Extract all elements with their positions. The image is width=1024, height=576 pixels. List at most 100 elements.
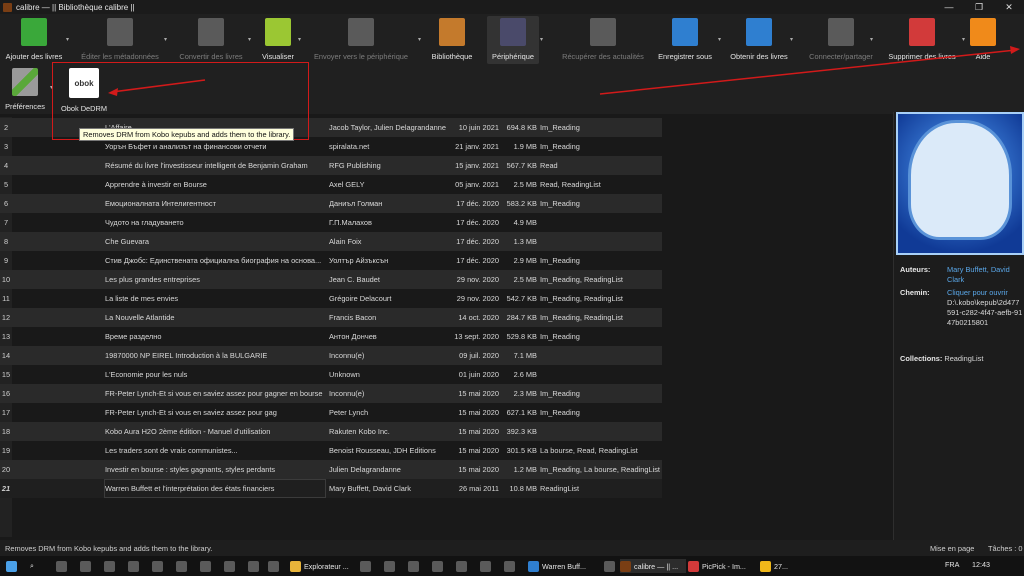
book-date: 29 nov. 2020 bbox=[456, 275, 499, 284]
toolbar-dropdown-icon[interactable]: ▾ bbox=[248, 36, 256, 44]
app-icon bbox=[760, 560, 771, 572]
close-button[interactable]: ✕ bbox=[994, 0, 1024, 14]
book-list-table[interactable]: 2L'Affaire...Jacob Taylor, Julien Delagr… bbox=[0, 117, 662, 537]
table-row[interactable]: 19 Les traders sont de vrais communistes.… bbox=[0, 441, 662, 460]
pinned-app-icon[interactable] bbox=[384, 559, 398, 573]
table-row[interactable]: 11 La liste de mes envies Grégoire Delacou… bbox=[0, 289, 662, 308]
book-title: Уорън Бъфет и анализът на финансови отче… bbox=[105, 142, 267, 151]
path-text: D:\.kobo\kepub\2d477591-c282-4f47-aefb-9… bbox=[947, 298, 1023, 327]
book-title: Време разделно bbox=[105, 332, 162, 341]
authors-value[interactable]: Mary Buffett, David Clark bbox=[947, 265, 1023, 285]
book-author: Benoist Rousseau, JDH Editions bbox=[329, 446, 436, 455]
book-size: 10.8 MB bbox=[509, 484, 537, 493]
pinned-app-icon[interactable] bbox=[604, 559, 618, 573]
start-icon[interactable] bbox=[6, 559, 20, 573]
table-row[interactable]: 17 FR-Peter Lynch-Et si vous en saviez as… bbox=[0, 403, 662, 422]
library-button[interactable]: Bibliothèque bbox=[426, 16, 478, 64]
table-row[interactable]: 13 Време разделно Антон Дончев 13 sept. 202… bbox=[0, 327, 662, 346]
pinned-app-icon[interactable] bbox=[176, 559, 190, 573]
minimize-button[interactable]: — bbox=[934, 0, 964, 14]
taskbar-app-label: PicPick - Im... bbox=[702, 561, 746, 571]
toolbar-dropdown-icon[interactable]: ▾ bbox=[718, 36, 726, 44]
table-row[interactable]: 4 Résumé du livre l'investisseur intellig… bbox=[0, 156, 662, 175]
book-author: Даниъл Голман bbox=[329, 199, 383, 208]
table-row[interactable]: 7 Чудото на гладуването Г.П.Малахов 17 déc.… bbox=[0, 213, 662, 232]
preferences-button[interactable]: Préférences bbox=[4, 66, 46, 114]
remove-books-button[interactable]: Supprimer des livres bbox=[882, 16, 962, 64]
pinned-app-icon[interactable] bbox=[432, 559, 446, 573]
table-row[interactable]: 12 La Nouvelle Atlantide Francis Bacon 14 o… bbox=[0, 308, 662, 327]
table-row[interactable]: 16 FR-Peter Lynch-Et si vous en saviez as… bbox=[0, 384, 662, 403]
table-row[interactable]: 15 L'Economie pour les nuls Unknown 01 juin… bbox=[0, 365, 662, 384]
table-row[interactable]: 18 Kobo Aura H2O 2ème édition - Manuel d'… bbox=[0, 422, 662, 441]
get-books-button[interactable]: Obtenir des livres bbox=[726, 16, 792, 64]
taskbar-app[interactable]: Warren Buff... bbox=[528, 559, 598, 573]
pinned-app-icon[interactable] bbox=[456, 559, 470, 573]
pinned-app-icon[interactable] bbox=[504, 559, 518, 573]
add-books-button[interactable]: Ajouter des livres bbox=[4, 16, 64, 64]
table-row[interactable]: 8 Che Guevara Alain Foix 17 déc. 2020 1.3 MB bbox=[0, 232, 662, 251]
toolbar-dropdown-icon[interactable]: ▾ bbox=[790, 36, 798, 44]
book-tags: Im_Reading bbox=[540, 123, 580, 132]
toolbar-dropdown-icon[interactable]: ▾ bbox=[298, 36, 306, 44]
table-row[interactable]: 21 Warren Buffett et l'interprétation des… bbox=[0, 479, 662, 498]
tooltip: Removes DRM from Kobo kepubs and adds th… bbox=[79, 128, 295, 141]
view-button[interactable]: Visualiser bbox=[258, 16, 298, 64]
toolbar-dropdown-icon[interactable]: ▾ bbox=[66, 36, 74, 44]
open-path-link[interactable]: Cliquer pour ouvrir bbox=[947, 288, 1008, 297]
help-button[interactable]: Aide bbox=[970, 16, 996, 64]
jobs-indicator[interactable]: Tâches : 0 bbox=[988, 544, 1023, 553]
app-icon bbox=[620, 560, 631, 572]
pinned-app-icon[interactable] bbox=[408, 559, 422, 573]
device-button[interactable]: Périphérique bbox=[487, 16, 539, 64]
taskbar-app[interactable]: Explorateur ... bbox=[290, 559, 356, 573]
pinned-app-icon[interactable] bbox=[360, 559, 374, 573]
language-indicator[interactable]: FRA bbox=[945, 560, 959, 569]
book-date: 17 déc. 2020 bbox=[456, 237, 499, 246]
book-title: Warren Buffett et l'interprétation des é… bbox=[104, 479, 326, 498]
table-row[interactable]: 9 Стив Джобс: Единствената официална биог… bbox=[0, 251, 662, 270]
taskbar-app[interactable]: calibre — || ... bbox=[620, 559, 686, 573]
toolbar-dropdown-icon[interactable]: ▾ bbox=[870, 36, 878, 44]
send-to-device-button[interactable]: Envoyer vers le périphérique bbox=[308, 16, 414, 64]
table-row[interactable]: 6 Емоционалната Интелигентност Даниъл Голм… bbox=[0, 194, 662, 213]
toolbar-dropdown-icon[interactable]: ▾ bbox=[540, 36, 548, 44]
layout-button[interactable]: Mise en page bbox=[930, 544, 974, 553]
toolbar-dropdown-icon[interactable]: ▾ bbox=[418, 36, 426, 44]
pinned-app-icon[interactable] bbox=[480, 559, 494, 573]
fetch-news-icon bbox=[590, 18, 616, 46]
app-icon bbox=[688, 560, 699, 572]
maximize-button[interactable]: ❐ bbox=[964, 0, 994, 14]
book-cover[interactable] bbox=[896, 112, 1024, 255]
table-row[interactable]: 10 Les plus grandes entreprises Jean C. Ba… bbox=[0, 270, 662, 289]
fetch-news-button[interactable]: Récupérer des actualités bbox=[556, 16, 650, 64]
pinned-app-icon[interactable] bbox=[200, 559, 214, 573]
toolbar-dropdown-icon[interactable]: ▾ bbox=[164, 36, 172, 44]
pinned-app-icon[interactable] bbox=[224, 559, 238, 573]
pinned-app-icon[interactable] bbox=[104, 559, 118, 573]
table-row[interactable]: 14 19870000 NP EIREL Introduction à la BU… bbox=[0, 346, 662, 365]
book-tags: Read bbox=[540, 161, 558, 170]
row-number: 15 bbox=[1, 370, 11, 379]
search-icon[interactable]: ⌕ bbox=[30, 559, 34, 573]
device-icon bbox=[500, 18, 526, 46]
taskbar-app[interactable]: 27... bbox=[760, 559, 800, 573]
taskbar-app[interactable]: PicPick - Im... bbox=[688, 559, 754, 573]
convert-books-button[interactable]: Convertir des livres bbox=[178, 16, 244, 64]
pinned-app-icon[interactable] bbox=[56, 559, 70, 573]
clock[interactable]: 12:43 bbox=[972, 560, 990, 569]
pinned-app-icon[interactable] bbox=[268, 559, 282, 573]
pinned-app-icon[interactable] bbox=[248, 559, 262, 573]
save-to-disk-button[interactable]: Enregistrer sous bbox=[654, 16, 716, 64]
edit-metadata-button[interactable]: Éditer les métadonnées bbox=[78, 16, 162, 64]
table-row[interactable]: 20 Investir en bourse : styles gagnants, … bbox=[0, 460, 662, 479]
row-number: 16 bbox=[1, 389, 11, 398]
convert-books-label: Convertir des livres bbox=[179, 52, 243, 61]
calibre-window: calibre — || Bibliothèque calibre || — ❐… bbox=[0, 0, 1024, 576]
book-size: 2.3 MB bbox=[513, 389, 537, 398]
table-row[interactable]: 5 Apprendre à investir en Bourse Axel GELY… bbox=[0, 175, 662, 194]
pinned-app-icon[interactable] bbox=[128, 559, 142, 573]
toolbar-dropdown-icon[interactable]: ▾ bbox=[962, 36, 970, 44]
pinned-app-icon[interactable] bbox=[152, 559, 166, 573]
pinned-app-icon[interactable] bbox=[80, 559, 94, 573]
